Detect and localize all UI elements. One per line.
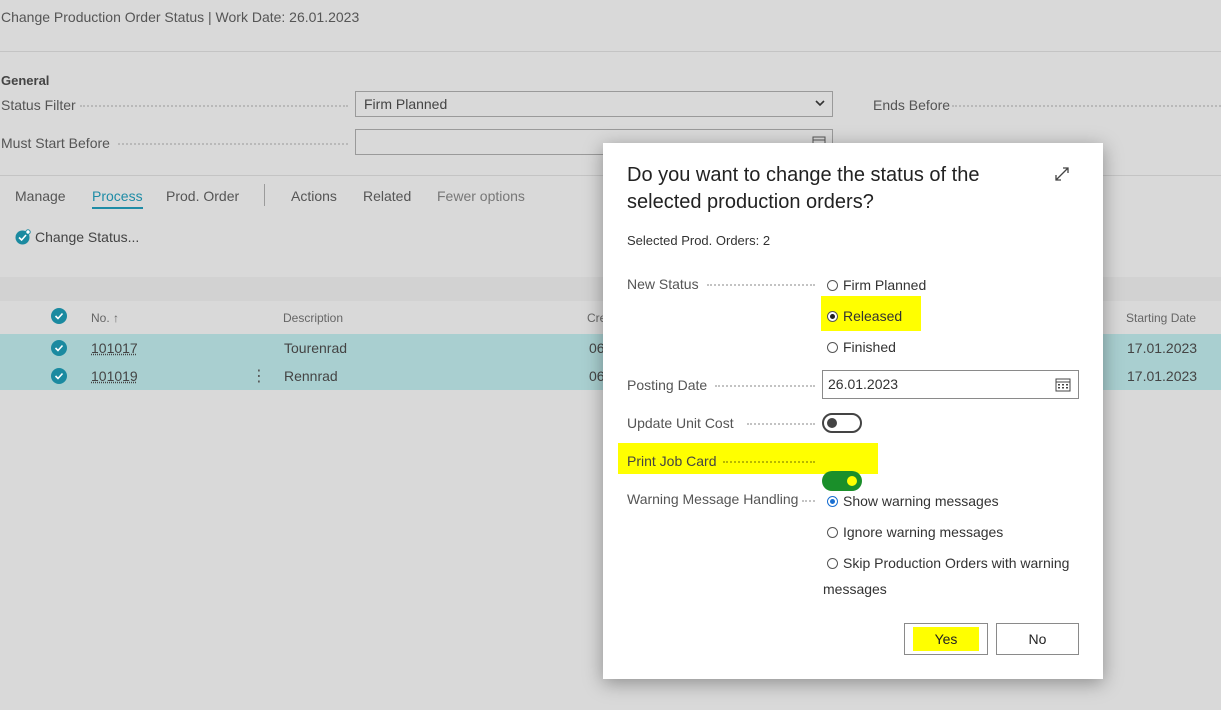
radio-ignore-warnings[interactable]: [827, 526, 838, 538]
posting-date-label: Posting Date: [627, 377, 708, 393]
status-filter-label: Status Filter: [1, 97, 76, 113]
menu-actions[interactable]: Actions: [291, 188, 337, 204]
change-status-dialog: Do you want to change the status of the …: [603, 143, 1103, 679]
menu-separator: [264, 184, 265, 206]
menu-fewer-options[interactable]: Fewer options: [437, 188, 525, 204]
toggle-knob: [847, 476, 857, 486]
row-no-link[interactable]: 101019: [91, 368, 138, 384]
select-all-checkbox[interactable]: [51, 308, 67, 324]
posting-date-value: 26.01.2023: [828, 376, 899, 392]
row-starting-date: 17.01.2023: [1127, 368, 1198, 384]
warning-option-skip-continued: messages: [823, 581, 887, 597]
must-start-before-dots: [118, 143, 348, 145]
radio-skip-warnings[interactable]: [827, 557, 838, 569]
posting-date-dots: [715, 385, 815, 387]
page-title: Change Production Order Status | Work Da…: [1, 9, 360, 25]
column-header-description[interactable]: Description: [283, 311, 343, 325]
status-option-firm-planned[interactable]: Firm Planned: [827, 277, 926, 293]
print-job-card-toggle[interactable]: [822, 471, 862, 491]
warning-option-label: Skip Production Orders with warning: [843, 555, 1070, 571]
radio-released[interactable]: [827, 310, 838, 322]
calendar-icon[interactable]: [1055, 377, 1071, 392]
menu-related[interactable]: Related: [363, 188, 411, 204]
status-option-label: Released: [843, 308, 903, 324]
radio-show-warnings[interactable]: [827, 495, 838, 507]
status-option-label: Finished: [843, 339, 896, 355]
warning-option-label: Show warning messages: [843, 493, 999, 509]
selected-orders-count: Selected Prod. Orders: 2: [627, 233, 771, 248]
check-icon: [54, 312, 64, 320]
warning-option-skip[interactable]: Skip Production Orders with warning: [827, 555, 1069, 571]
header-divider: [0, 51, 1221, 52]
row-no-link[interactable]: 101017: [91, 340, 138, 356]
ends-before-label: Ends Before: [873, 97, 951, 113]
row-starting-date: 17.01.2023: [1127, 340, 1198, 356]
ends-before-dots: [952, 105, 1221, 107]
warning-option-ignore[interactable]: Ignore warning messages: [827, 524, 1003, 540]
status-option-finished[interactable]: Finished: [827, 339, 896, 355]
menu-prod-order[interactable]: Prod. Order: [166, 188, 239, 204]
menu-process[interactable]: Process: [92, 188, 143, 209]
warning-handling-label: Warning Message Handling: [627, 491, 799, 507]
must-start-before-label: Must Start Before: [1, 135, 110, 151]
yes-button-label: Yes: [912, 627, 980, 651]
update-unit-cost-label: Update Unit Cost: [627, 415, 734, 431]
row-checkbox[interactable]: [51, 368, 67, 384]
status-option-label: Firm Planned: [843, 277, 927, 293]
menu-manage[interactable]: Manage: [15, 188, 66, 204]
column-header-no[interactable]: No. ↑: [91, 311, 119, 325]
status-filter-dropdown[interactable]: Firm Planned: [355, 91, 833, 117]
row-description: Rennrad: [284, 368, 338, 384]
warning-handling-dots: [802, 500, 815, 502]
toggle-knob: [827, 418, 837, 428]
update-unit-cost-toggle[interactable]: [822, 413, 862, 433]
column-header-starting-date[interactable]: Starting Date: [1126, 311, 1196, 325]
status-filter-dots: [80, 105, 348, 107]
yes-button[interactable]: Yes: [904, 623, 988, 655]
posting-date-input[interactable]: 26.01.2023: [822, 370, 1079, 399]
row-checkbox[interactable]: [51, 340, 67, 356]
no-button-label: No: [1028, 631, 1047, 647]
row-menu-icon[interactable]: ⋮: [251, 366, 267, 386]
menu-process-label: Process: [92, 188, 143, 204]
row-description: Tourenrad: [284, 340, 348, 356]
new-status-dots: [707, 284, 815, 286]
update-unit-cost-dots: [747, 423, 815, 425]
dialog-title: Do you want to change the status of the …: [627, 164, 980, 213]
check-icon: [54, 372, 64, 380]
chevron-down-icon: [815, 100, 825, 107]
section-general-title: General: [1, 73, 50, 88]
status-change-icon: [15, 229, 31, 245]
status-option-released[interactable]: Released: [827, 308, 902, 324]
new-status-label: New Status: [627, 276, 699, 292]
expand-icon[interactable]: [1053, 165, 1071, 183]
no-button[interactable]: No: [996, 623, 1079, 655]
warning-option-show[interactable]: Show warning messages: [827, 493, 999, 509]
change-status-label: Change Status...: [35, 229, 140, 245]
radio-firm-planned[interactable]: [827, 279, 838, 291]
print-job-card-label: Print Job Card: [627, 453, 717, 469]
radio-finished[interactable]: [827, 341, 838, 353]
change-status-action[interactable]: Change Status...: [15, 229, 139, 245]
print-job-card-dots: [723, 461, 815, 463]
check-icon: [54, 344, 64, 352]
warning-option-label: Ignore warning messages: [843, 524, 1004, 540]
active-tab-underline: [92, 207, 143, 209]
status-filter-value: Firm Planned: [364, 96, 448, 112]
